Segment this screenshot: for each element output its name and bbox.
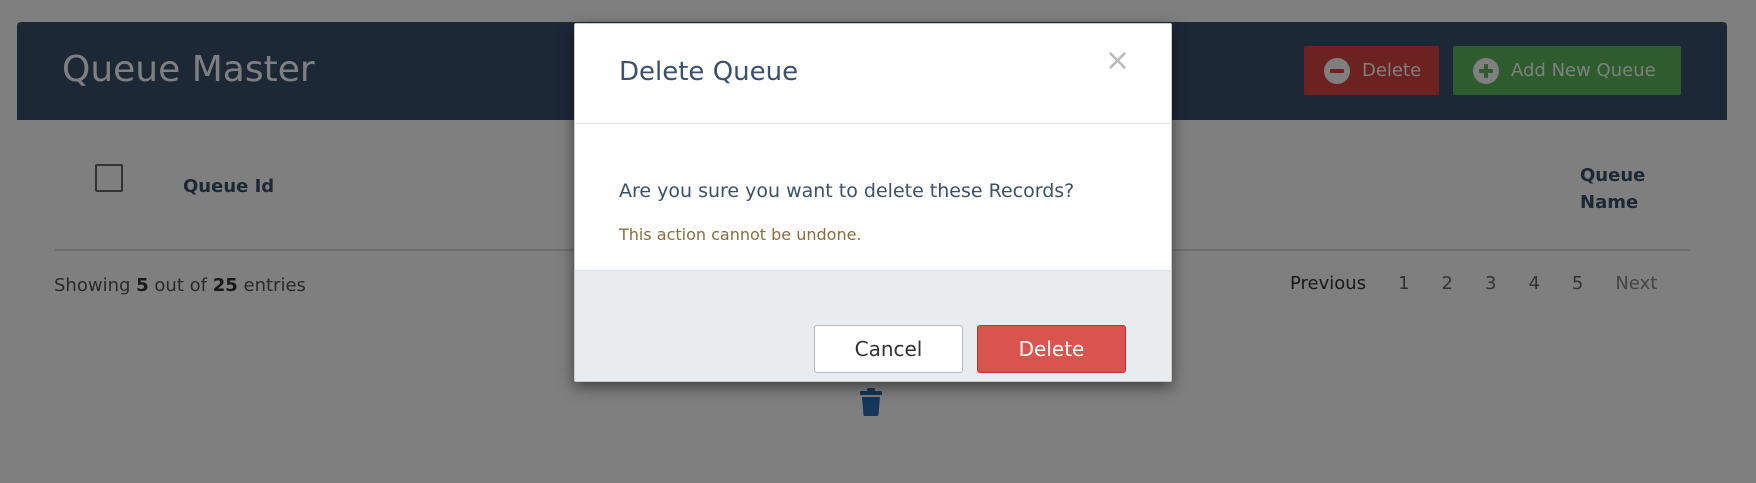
warning-text: This action cannot be undone. [619,225,862,244]
modal-footer: Cancel Delete [575,270,1171,381]
confirm-question: Are you sure you want to delete these Re… [619,180,1075,202]
modal-title: Delete Queue [619,57,799,87]
close-icon[interactable]: × [1105,46,1130,76]
modal-header: Delete Queue × [575,24,1171,124]
cancel-button[interactable]: Cancel [814,325,963,373]
delete-queue-modal: Delete Queue × Are you sure you want to … [574,23,1172,382]
modal-body: Are you sure you want to delete these Re… [575,124,1171,270]
confirm-delete-button[interactable]: Delete [977,325,1126,373]
